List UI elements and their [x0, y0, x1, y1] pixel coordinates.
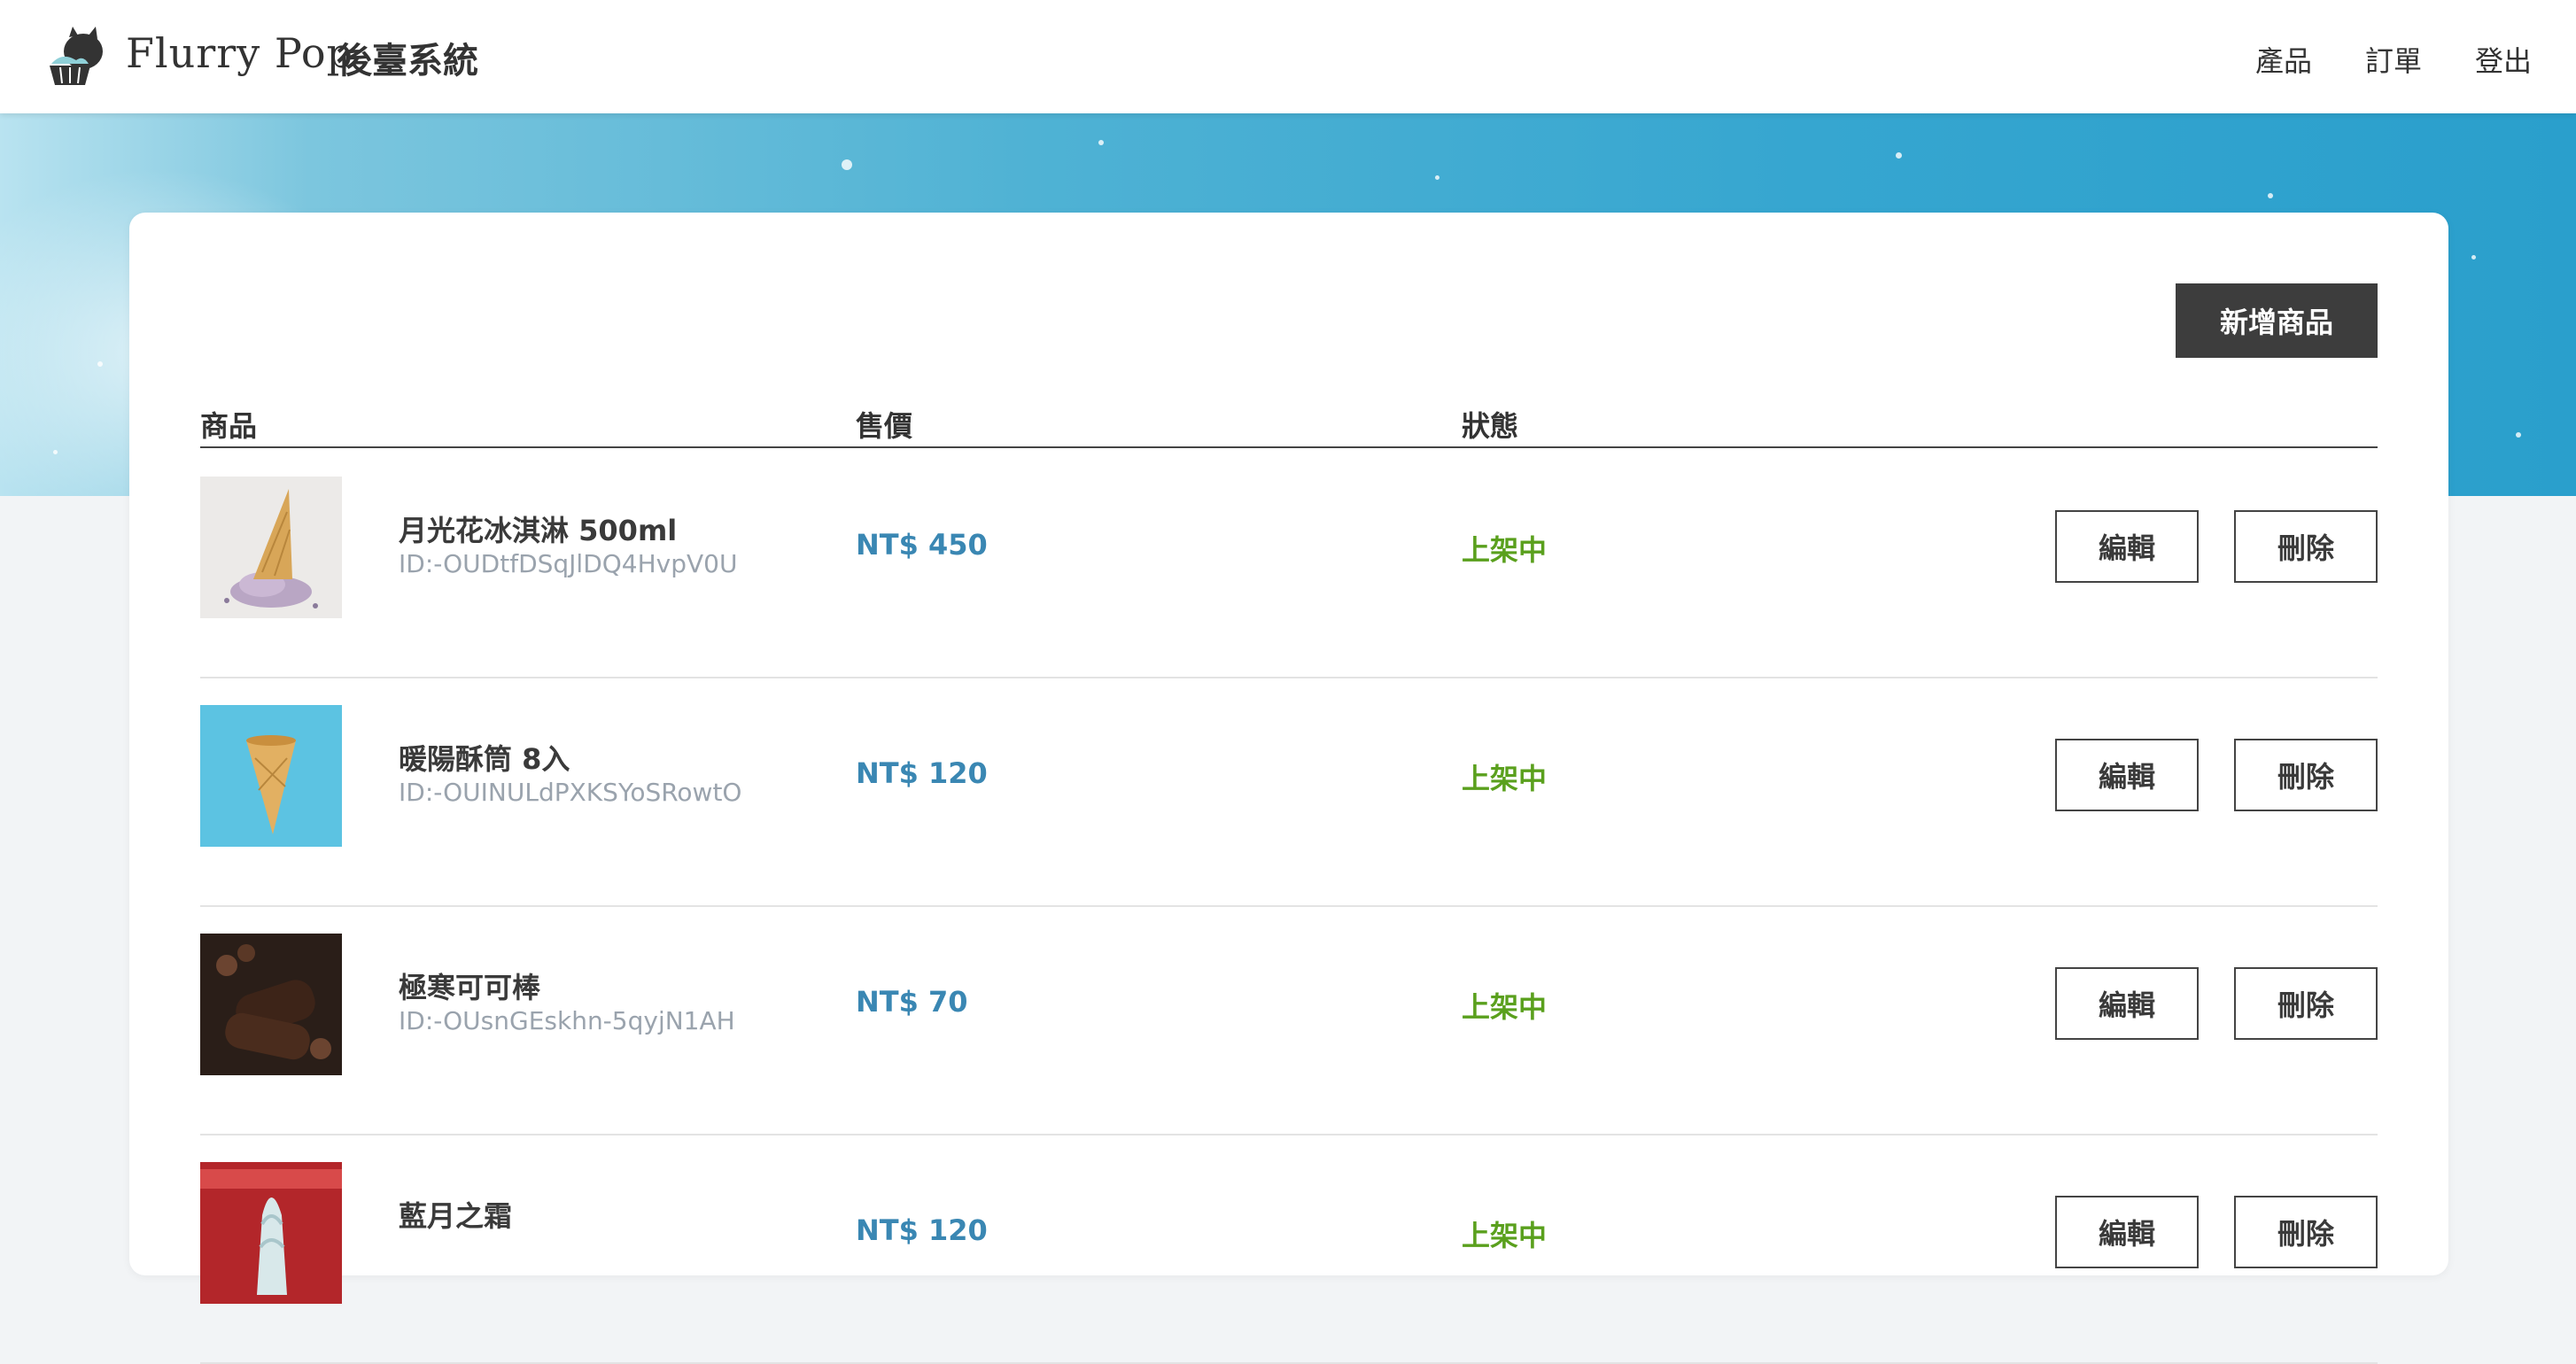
- product-price: NT$ 450: [856, 528, 988, 562]
- cat-cupcake-logo-icon[interactable]: [44, 25, 112, 87]
- edit-button[interactable]: 編輯: [2055, 510, 2199, 583]
- nav-logout[interactable]: 登出: [2475, 39, 2532, 80]
- column-header-status: 狀態: [1462, 409, 1519, 443]
- product-image: [200, 934, 342, 1075]
- edit-button[interactable]: 編輯: [2055, 967, 2199, 1040]
- product-name: 暖陽酥筒 8入: [399, 742, 570, 776]
- product-price: NT$ 120: [856, 756, 988, 790]
- product-price: NT$ 120: [856, 1213, 988, 1247]
- status-badge: 上架中: [1462, 533, 1548, 567]
- product-price: NT$ 70: [856, 985, 968, 1019]
- product-list-card: 新增商品 商品 售價 狀態 月光花冰淇淋 500ml ID:-OUDtfDSqJ…: [129, 213, 2448, 1364]
- nav-orders[interactable]: 訂單: [2365, 39, 2422, 80]
- product-name: 極寒可可棒: [399, 971, 541, 1004]
- product-id: ID:-OUINULdPXKSYoSRowtO: [399, 778, 742, 807]
- table-row: 藍月之霜 NT$ 120 上架中 編輯 刪除: [200, 1134, 2378, 1364]
- main-nav: 產品 訂單 登出: [2255, 39, 2532, 80]
- table-row: 極寒可可棒 ID:-OUsnGEskhn-5qyjN1AH NT$ 70 上架中…: [200, 905, 2378, 1135]
- product-id: ID:-OUDtfDSqJlDQ4HvpV0U: [399, 549, 738, 578]
- edit-button[interactable]: 編輯: [2055, 1196, 2199, 1268]
- product-image: [200, 705, 342, 847]
- edit-button[interactable]: 編輯: [2055, 739, 2199, 811]
- top-navbar: Flurry Pop 後臺系統 產品 訂單 登出: [0, 0, 2576, 113]
- product-name: 月光花冰淇淋 500ml: [399, 514, 678, 547]
- delete-button[interactable]: 刪除: [2234, 967, 2378, 1040]
- brand-name[interactable]: Flurry Pop: [126, 29, 353, 77]
- table-row: 月光花冰淇淋 500ml ID:-OUDtfDSqJlDQ4HvpV0U NT$…: [200, 448, 2378, 678]
- table-header: 商品 售價 狀態: [200, 399, 2378, 448]
- delete-button[interactable]: 刪除: [2234, 1196, 2378, 1268]
- add-product-button[interactable]: 新增商品: [2176, 283, 2378, 358]
- column-header-product: 商品: [200, 409, 258, 443]
- column-header-price: 售價: [856, 409, 913, 443]
- product-image: [200, 477, 342, 618]
- delete-button[interactable]: 刪除: [2234, 510, 2378, 583]
- nav-products[interactable]: 產品: [2255, 39, 2312, 80]
- status-badge: 上架中: [1462, 990, 1548, 1024]
- table-row: 暖陽酥筒 8入 ID:-OUINULdPXKSYoSRowtO NT$ 120 …: [200, 677, 2378, 907]
- status-badge: 上架中: [1462, 1219, 1548, 1252]
- status-badge: 上架中: [1462, 762, 1548, 795]
- product-id: ID:-OUsnGEskhn-5qyjN1AH: [399, 1006, 735, 1035]
- product-image: [200, 1162, 342, 1304]
- delete-button[interactable]: 刪除: [2234, 739, 2378, 811]
- product-name: 藍月之霜: [399, 1199, 513, 1233]
- page-title: 後臺系統: [337, 41, 478, 81]
